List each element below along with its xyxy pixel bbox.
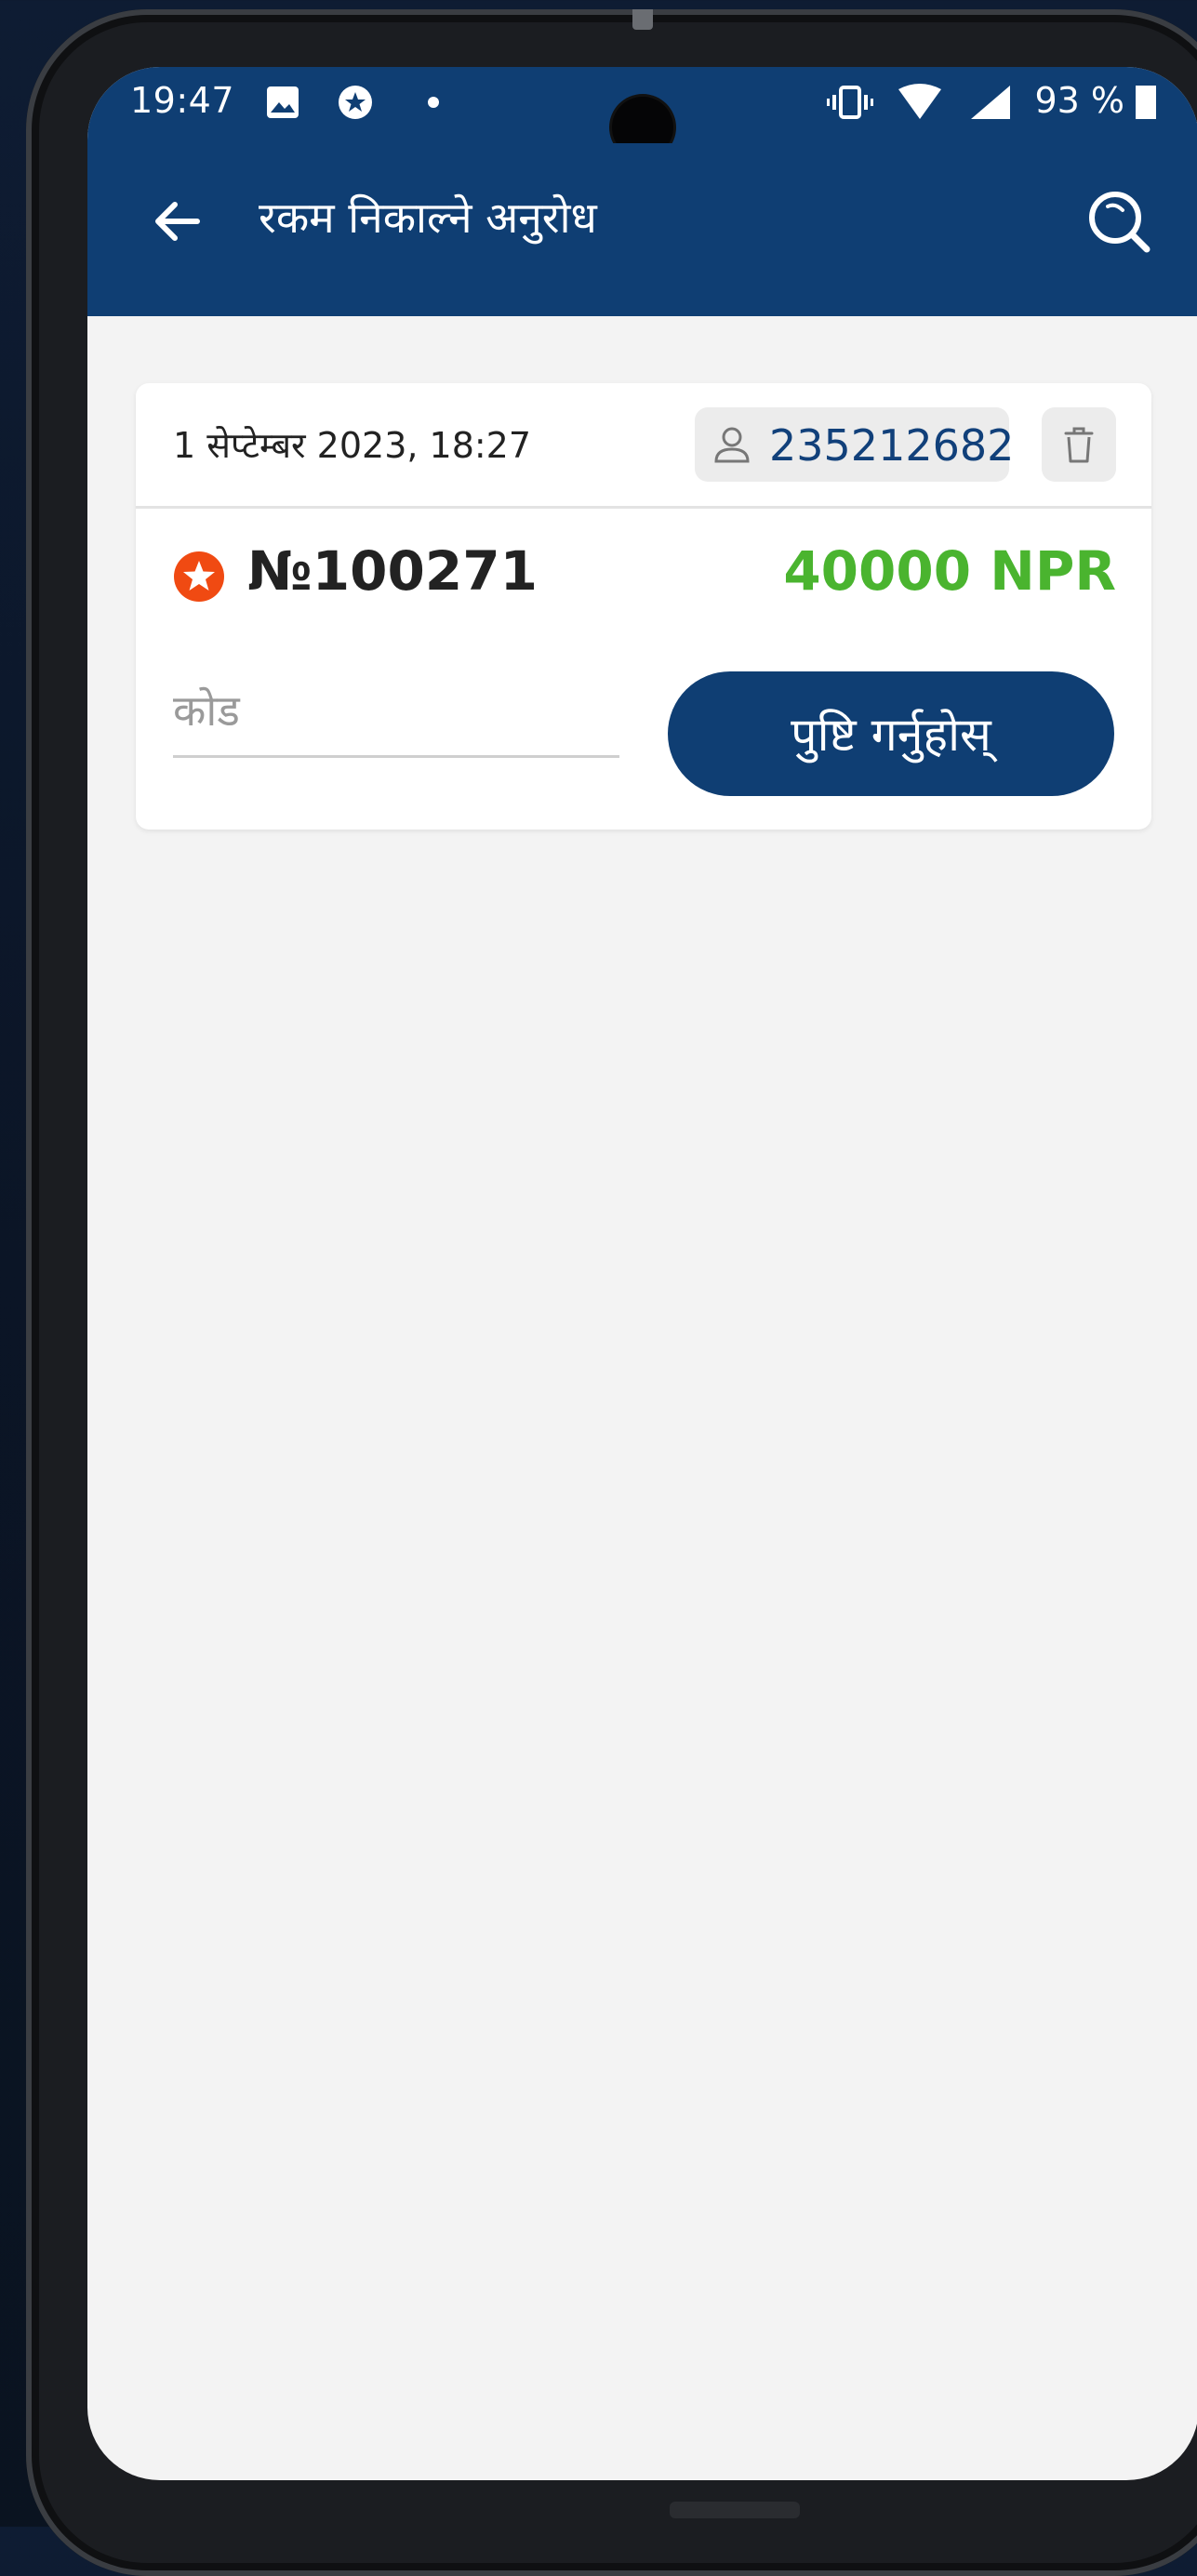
screen: 19:47 93 % रकम निकाल्ने अनुरोध 1 सेप्टेम… xyxy=(87,67,1197,2480)
battery-percentage: 93 % xyxy=(1034,80,1124,121)
search-icon[interactable] xyxy=(1084,186,1154,257)
app-bar: रकम निकाल्ने अनुरोध xyxy=(87,143,1197,316)
confirm-button[interactable]: पुष्टि गर्नुहोस् xyxy=(668,671,1114,796)
code-input[interactable] xyxy=(173,673,619,748)
vibrate-icon xyxy=(827,86,873,119)
user-id-chip[interactable]: 235212682 xyxy=(695,407,1014,482)
signal-icon xyxy=(971,86,1010,119)
gallery-icon xyxy=(267,86,299,118)
status-bar: 19:47 93 % xyxy=(87,67,1197,158)
top-sensor xyxy=(632,9,653,30)
code-field xyxy=(173,673,619,758)
arrow-left-icon[interactable] xyxy=(147,192,206,251)
user-icon xyxy=(714,427,750,463)
bottom-connector xyxy=(670,2502,800,2518)
status-time: 19:47 xyxy=(130,80,235,121)
request-amount: 40000 NPR xyxy=(783,539,1116,603)
phone-frame: 19:47 93 % रकम निकाल्ने अनुरोध 1 सेप्टेम… xyxy=(26,9,1197,2576)
trash-icon xyxy=(1064,427,1094,463)
request-date: 1 सेप्टेम्बर 2023, 18:27 xyxy=(173,425,532,466)
wifi-icon xyxy=(898,84,941,119)
star-badge-icon xyxy=(339,86,372,119)
withdrawal-request-card: 1 सेप्टेम्बर 2023, 18:27 235212682 №1002… xyxy=(136,383,1151,830)
request-number: №100271 xyxy=(247,539,538,603)
delete-button[interactable] xyxy=(1042,407,1116,482)
star-badge-icon xyxy=(174,551,224,602)
card-header: 1 सेप्टेम्बर 2023, 18:27 235212682 xyxy=(136,383,1151,509)
user-id: 235212682 xyxy=(769,420,1015,471)
battery-icon xyxy=(1136,86,1156,119)
dot-icon xyxy=(428,97,439,108)
page-title: रकम निकाल्ने अनुरोध xyxy=(259,193,597,243)
